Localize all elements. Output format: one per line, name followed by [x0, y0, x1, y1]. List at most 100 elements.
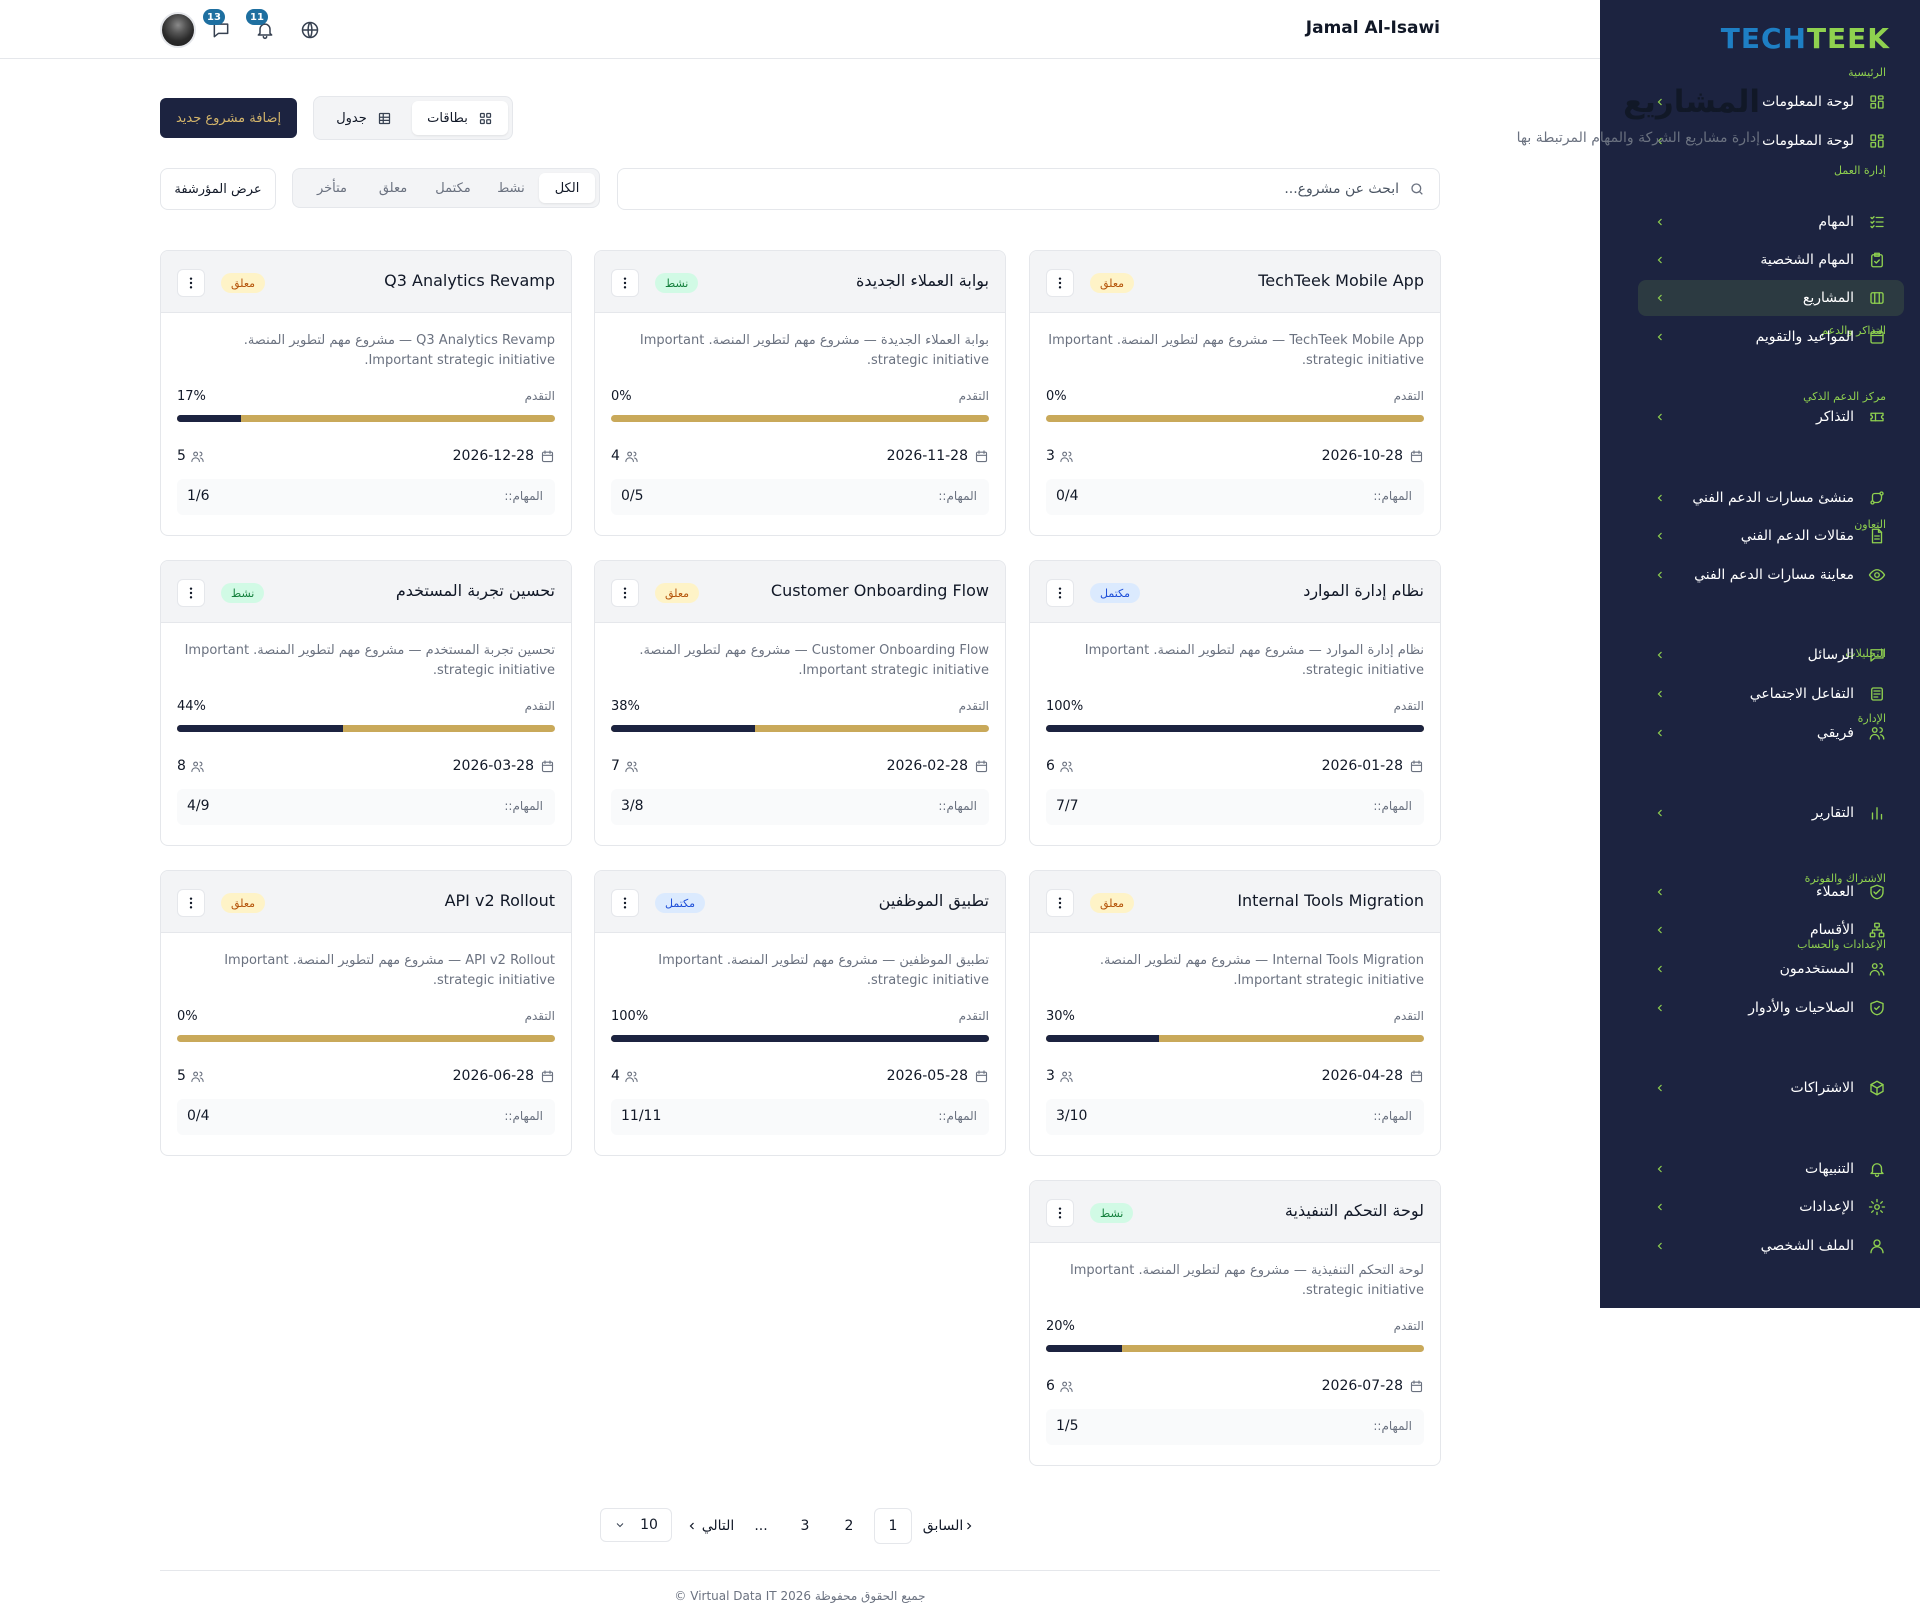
project-card-header: نظام إدارة الموارد مكتمل	[1030, 561, 1440, 623]
member-count: 5	[177, 1068, 205, 1084]
users-icon	[624, 1069, 639, 1084]
project-title[interactable]: لوحة التحكم التنفيذية	[1285, 1201, 1424, 1220]
sidebar-item[interactable]: العملاء	[1638, 874, 1904, 910]
tasks-value: 0/4	[187, 1108, 210, 1124]
more-options-button[interactable]	[1046, 1199, 1074, 1227]
filter-tab[interactable]: متأخر	[301, 173, 363, 203]
users-icon	[624, 449, 639, 464]
progress-bar	[177, 1035, 555, 1042]
tasks-label: المهام::	[1373, 1419, 1412, 1433]
more-options-button[interactable]	[611, 579, 639, 607]
page-button[interactable]: 3	[786, 1508, 824, 1544]
sidebar-item[interactable]: فريقي	[1638, 715, 1904, 751]
filter-tab[interactable]: معلق	[365, 173, 421, 203]
page-button[interactable]: 2	[830, 1508, 868, 1544]
sidebar-item[interactable]: معاينة مسارات الدعم الفني	[1638, 557, 1904, 593]
view-table-button[interactable]: جدول	[316, 101, 412, 135]
more-options-button[interactable]	[611, 269, 639, 297]
chevron-left-icon	[1654, 963, 1666, 975]
more-options-button[interactable]	[1046, 579, 1074, 607]
filter-tab[interactable]: الكل	[539, 173, 595, 203]
sidebar-item[interactable]: مقالات الدعم الفني	[1638, 518, 1904, 554]
flow-icon	[1868, 489, 1886, 507]
project-card[interactable]: تحسين تجربة المستخدم نشط تحسين تجربة المست…	[160, 560, 572, 846]
project-title[interactable]: تطبيق الموظفين	[879, 891, 989, 910]
sidebar-item[interactable]: التفاعل الاجتماعي	[1638, 676, 1904, 712]
progress-bar-fill	[1046, 1035, 1160, 1042]
project-title[interactable]: تحسين تجربة المستخدم	[396, 581, 555, 600]
page-button[interactable]: 1	[874, 1508, 912, 1544]
more-options-button[interactable]	[1046, 269, 1074, 297]
prev-page-button[interactable]: السابق	[918, 1508, 986, 1544]
sidebar-item[interactable]: المستخدمون	[1638, 951, 1904, 987]
progress-label: التقدم	[1393, 699, 1424, 713]
users-icon	[190, 449, 205, 464]
sidebar-item[interactable]: التنبيهات	[1638, 1151, 1904, 1187]
page-title: المشاريع	[1623, 84, 1760, 120]
globe-icon[interactable]	[300, 20, 320, 40]
project-title[interactable]: Customer Onboarding Flow	[771, 581, 989, 600]
next-page-button[interactable]: التالي	[684, 1508, 736, 1544]
project-title[interactable]: TechTeek Mobile App	[1258, 271, 1424, 290]
filter-tab[interactable]: نشط	[485, 173, 537, 203]
chevron-left-icon	[1654, 1163, 1666, 1175]
more-options-button[interactable]	[1046, 889, 1074, 917]
project-card[interactable]: Customer Onboarding Flow معلق Customer Onb…	[594, 560, 1006, 846]
sidebar-item-label: الإعدادات	[1799, 1199, 1854, 1215]
progress-bar	[177, 415, 555, 422]
sidebar-item[interactable]: التذاكر	[1638, 399, 1904, 435]
brand-logo[interactable]: TECHTEEK	[1721, 22, 1890, 55]
status-badge: مكتمل	[655, 893, 705, 913]
project-card[interactable]: لوحة التحكم التنفيذية نشط لوحة التحكم التن…	[1029, 1180, 1441, 1466]
project-title[interactable]: بوابة العملاء الجديدة	[856, 271, 989, 290]
project-title[interactable]: Internal Tools Migration	[1237, 891, 1424, 910]
sidebar-item[interactable]: المهام	[1638, 204, 1904, 240]
user-name[interactable]: Jamal Al-Isawi	[1306, 18, 1440, 38]
progress-bar-fill	[1046, 1345, 1122, 1352]
project-card[interactable]: Internal Tools Migration معلق Internal Too…	[1029, 870, 1441, 1156]
sidebar-item[interactable]: التقارير	[1638, 795, 1904, 831]
sidebar-item[interactable]: منشئ مسارات الدعم الفني	[1638, 480, 1904, 516]
chevron-left-icon	[1654, 807, 1666, 819]
vertical-dots-icon	[1052, 1205, 1068, 1221]
show-archived-button[interactable]: عرض المؤرشفة	[160, 168, 276, 210]
sidebar-item[interactable]: الرسائل	[1638, 637, 1904, 673]
project-card[interactable]: نظام إدارة الموارد مكتمل نظام إدارة الموار…	[1029, 560, 1441, 846]
avatar[interactable]	[160, 12, 196, 48]
search-input[interactable]	[639, 169, 1399, 209]
sidebar-item[interactable]: الصلاحيات والأدوار	[1638, 990, 1904, 1026]
sidebar-item[interactable]: الملف الشخصي	[1638, 1228, 1904, 1264]
project-card[interactable]: API v2 Rollout معلق API v2 Rollout — مشروع…	[160, 870, 572, 1156]
project-title[interactable]: Q3 Analytics Revamp	[384, 271, 555, 290]
sidebar-item[interactable]: المواعيد والتقويم	[1638, 319, 1904, 355]
team-icon	[1868, 724, 1886, 742]
project-title[interactable]: نظام إدارة الموارد	[1303, 581, 1424, 600]
project-title[interactable]: API v2 Rollout	[445, 891, 555, 910]
project-card[interactable]: TechTeek Mobile App معلق TechTeek Mobile A…	[1029, 250, 1441, 536]
chevron-left-icon	[1654, 411, 1666, 423]
sidebar-item[interactable]: المهام الشخصية	[1638, 242, 1904, 278]
sidebar-item[interactable]: الأقسام	[1638, 912, 1904, 948]
progress-percent: 20%	[1046, 1319, 1075, 1334]
project-card[interactable]: تطبيق الموظفين مكتمل تطبيق الموظفين — مشرو…	[594, 870, 1006, 1156]
more-options-button[interactable]	[177, 889, 205, 917]
view-cards-button[interactable]: بطاقات	[412, 101, 508, 135]
sidebar-item[interactable]: الإعدادات	[1638, 1189, 1904, 1225]
project-card[interactable]: Q3 Analytics Revamp معلق Q3 Analytics Reva…	[160, 250, 572, 536]
status-filter-tabs: الكل نشط مكتمل معلق متأخر	[292, 168, 600, 208]
more-options-button[interactable]	[177, 579, 205, 607]
more-options-button[interactable]	[177, 269, 205, 297]
sidebar-item[interactable]: الاشتراكات	[1638, 1070, 1904, 1106]
more-options-button[interactable]	[611, 889, 639, 917]
tasks-label: المهام::	[504, 489, 543, 503]
progress-bar	[611, 415, 989, 422]
sidebar-item[interactable]: المشاريع	[1638, 280, 1904, 316]
progress-percent: 0%	[611, 389, 632, 404]
chevron-down-icon	[614, 1519, 626, 1531]
page-size-select[interactable]: 10	[600, 1508, 672, 1542]
progress-bar	[1046, 725, 1424, 732]
project-card[interactable]: بوابة العملاء الجديدة نشط بوابة العملاء ال…	[594, 250, 1006, 536]
filter-tab[interactable]: مكتمل	[423, 173, 483, 203]
users-icon	[1059, 759, 1074, 774]
add-project-button[interactable]: إضافة مشروع جديد	[160, 98, 297, 138]
